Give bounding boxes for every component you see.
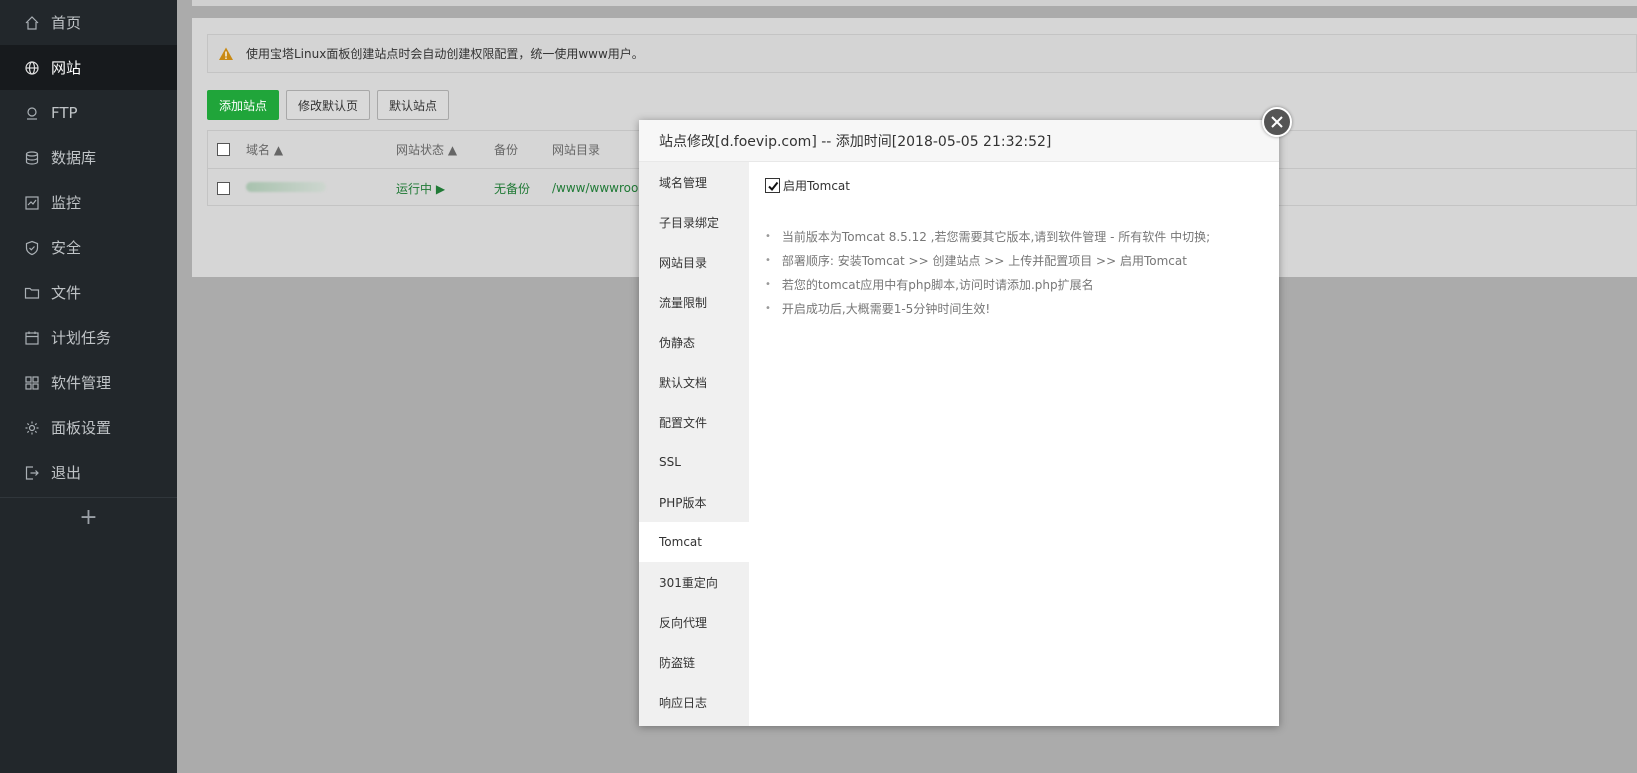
logout-icon [24, 465, 40, 481]
tomcat-panel: 启用Tomcat 当前版本为Tomcat 8.5.12 ,若您需要其它版本,请到… [749, 162, 1279, 726]
sidebar-item-logout[interactable]: 退出 [0, 450, 177, 495]
info-alert: 使用宝塔Linux面板创建站点时会自动创建权限配置，统一使用www用户。 [207, 34, 1637, 73]
enable-tomcat-label: 启用Tomcat [783, 179, 850, 193]
site-toolbar: 添加站点 修改默认页 默认站点 [207, 90, 450, 120]
monitor-icon [24, 195, 40, 211]
sidebar-item-label: 软件管理 [51, 374, 112, 392]
sidebar-item-software[interactable]: 软件管理 [0, 360, 177, 405]
tab-domain-management[interactable]: 域名管理 [639, 162, 749, 202]
blurred-domain [246, 182, 326, 192]
enable-tomcat-toggle[interactable]: 启用Tomcat [765, 177, 1263, 194]
close-icon [1271, 116, 1283, 128]
row-backup[interactable]: 无备份 [494, 180, 552, 197]
sidebar-item-website[interactable]: 网站 [0, 45, 177, 90]
add-shortcut-button[interactable]: + [0, 497, 177, 537]
tab-subdirectory-binding[interactable]: 子目录绑定 [639, 202, 749, 242]
tip-item: 当前版本为Tomcat 8.5.12 ,若您需要其它版本,请到软件管理 - 所有… [765, 224, 1263, 248]
sidebar-item-home[interactable]: 首页 [0, 0, 177, 45]
tab-301-redirect[interactable]: 301重定向 [639, 562, 749, 602]
warning-icon [219, 47, 233, 60]
sidebar-item-cron[interactable]: 计划任务 [0, 315, 177, 360]
tab-reverse-proxy[interactable]: 反向代理 [639, 602, 749, 642]
alert-text: 使用宝塔Linux面板创建站点时会自动创建权限配置，统一使用www用户。 [246, 47, 644, 61]
default-site-button[interactable]: 默认站点 [377, 90, 450, 120]
top-panel-strip [192, 0, 1637, 6]
column-domain[interactable]: 域名 ▲ [246, 141, 396, 158]
grid-icon [24, 375, 40, 391]
modal-title: 站点修改[d.foevip.com] -- 添加时间[2018-05-05 21… [639, 120, 1279, 162]
shield-icon [24, 240, 40, 256]
tip-item: 开启成功后,大概需要1-5分钟时间生效! [765, 296, 1263, 320]
edit-default-page-button[interactable]: 修改默认页 [286, 90, 371, 120]
sidebar-item-label: 监控 [51, 194, 82, 212]
sidebar: 首页 网站 FTP 数据库 监控 安全 文件 计划任务 软件管理 面板设置 退出… [0, 0, 177, 773]
tab-hotlink-protection[interactable]: 防盗链 [639, 642, 749, 682]
tip-item: 部署顺序: 安装Tomcat >> 创建站点 >> 上传并配置项目 >> 启用T… [765, 248, 1263, 272]
checkmark-icon [767, 181, 778, 191]
tab-tomcat[interactable]: Tomcat [639, 522, 749, 562]
row-status[interactable]: 运行中 ▶ [396, 180, 494, 197]
globe-icon [24, 60, 40, 76]
column-backup: 备份 [494, 143, 519, 157]
tab-rewrite[interactable]: 伪静态 [639, 322, 749, 362]
modal-tabs: 域名管理 子目录绑定 网站目录 流量限制 伪静态 默认文档 配置文件 SSL P… [639, 162, 749, 726]
sidebar-item-label: 面板设置 [51, 419, 112, 437]
sidebar-item-security[interactable]: 安全 [0, 225, 177, 270]
site-edit-modal: 站点修改[d.foevip.com] -- 添加时间[2018-05-05 21… [639, 107, 1292, 726]
sidebar-item-label: 数据库 [51, 149, 97, 167]
row-domain[interactable] [246, 181, 396, 195]
row-checkbox[interactable] [217, 181, 230, 195]
ftp-icon [24, 105, 40, 121]
modal-close-button[interactable] [1262, 107, 1292, 137]
tab-response-log[interactable]: 响应日志 [639, 682, 749, 722]
tab-site-directory[interactable]: 网站目录 [639, 242, 749, 282]
sidebar-item-ftp[interactable]: FTP [0, 90, 177, 135]
sidebar-nav: 首页 网站 FTP 数据库 监控 安全 文件 计划任务 软件管理 面板设置 退出 [0, 0, 177, 495]
tomcat-tips: 当前版本为Tomcat 8.5.12 ,若您需要其它版本,请到软件管理 - 所有… [765, 224, 1263, 320]
tab-config-file[interactable]: 配置文件 [639, 402, 749, 442]
modal-body: 域名管理 子目录绑定 网站目录 流量限制 伪静态 默认文档 配置文件 SSL P… [639, 162, 1279, 726]
home-icon [24, 15, 40, 31]
tab-default-document[interactable]: 默认文档 [639, 362, 749, 402]
tab-ssl[interactable]: SSL [639, 442, 749, 482]
folder-icon [24, 285, 40, 301]
column-status[interactable]: 网站状态 ▲ [396, 141, 494, 158]
sidebar-item-monitor[interactable]: 监控 [0, 180, 177, 225]
sidebar-item-label: FTP [51, 103, 78, 122]
sidebar-item-database[interactable]: 数据库 [0, 135, 177, 180]
enable-tomcat-checkbox[interactable] [765, 178, 780, 193]
sidebar-item-label: 安全 [51, 239, 82, 257]
calendar-icon [24, 330, 40, 346]
tip-item: 若您的tomcat应用中有php脚本,访问时请添加.php扩展名 [765, 272, 1263, 296]
sidebar-item-label: 网站 [51, 59, 82, 77]
sidebar-item-label: 文件 [51, 284, 82, 302]
sidebar-item-label: 退出 [51, 464, 82, 482]
database-icon [24, 150, 40, 166]
sidebar-item-label: 首页 [51, 14, 82, 32]
add-site-button[interactable]: 添加站点 [207, 90, 280, 120]
tab-php-version[interactable]: PHP版本 [639, 482, 749, 522]
gear-icon [24, 420, 40, 436]
sidebar-item-label: 计划任务 [51, 329, 112, 347]
sidebar-item-files[interactable]: 文件 [0, 270, 177, 315]
sidebar-item-settings[interactable]: 面板设置 [0, 405, 177, 450]
select-all-checkbox[interactable] [217, 143, 230, 156]
tab-traffic-limit[interactable]: 流量限制 [639, 282, 749, 322]
